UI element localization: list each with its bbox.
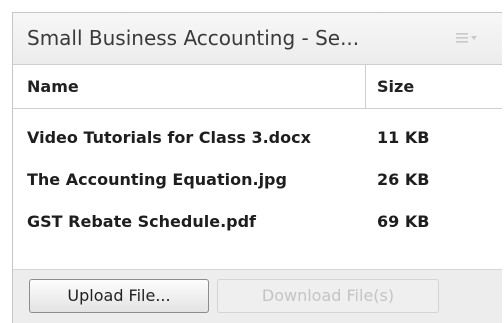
file-name: GST Rebate Schedule.pdf [27,212,257,231]
upload-file-button[interactable]: Upload File... [29,279,209,313]
file-row[interactable]: GST Rebate Schedule.pdf 69 KB [13,201,502,245]
file-table-header: Name Size [13,65,502,109]
column-header-name[interactable]: Name [27,77,79,96]
pod-footer: Upload File... Download File(s) [13,269,502,323]
download-files-button[interactable]: Download File(s) [217,279,439,313]
file-name: The Accounting Equation.jpg [27,170,287,189]
file-share-pod: Small Business Accounting - Se... Name S… [12,12,502,323]
column-header-size[interactable]: Size [377,77,414,96]
file-row[interactable]: Video Tutorials for Class 3.docx 11 KB [13,117,502,161]
file-list: Video Tutorials for Class 3.docx 11 KB T… [13,109,502,269]
file-size: 11 KB [377,128,430,147]
column-divider[interactable] [365,65,366,108]
pod-title: Small Business Accounting - Se... [27,26,360,50]
file-size: 69 KB [377,212,430,231]
file-row[interactable]: The Accounting Equation.jpg 26 KB [13,159,502,203]
file-size: 26 KB [377,170,430,189]
list-menu-icon[interactable] [456,31,478,45]
file-name: Video Tutorials for Class 3.docx [27,128,311,147]
pod-titlebar: Small Business Accounting - Se... [13,13,502,65]
